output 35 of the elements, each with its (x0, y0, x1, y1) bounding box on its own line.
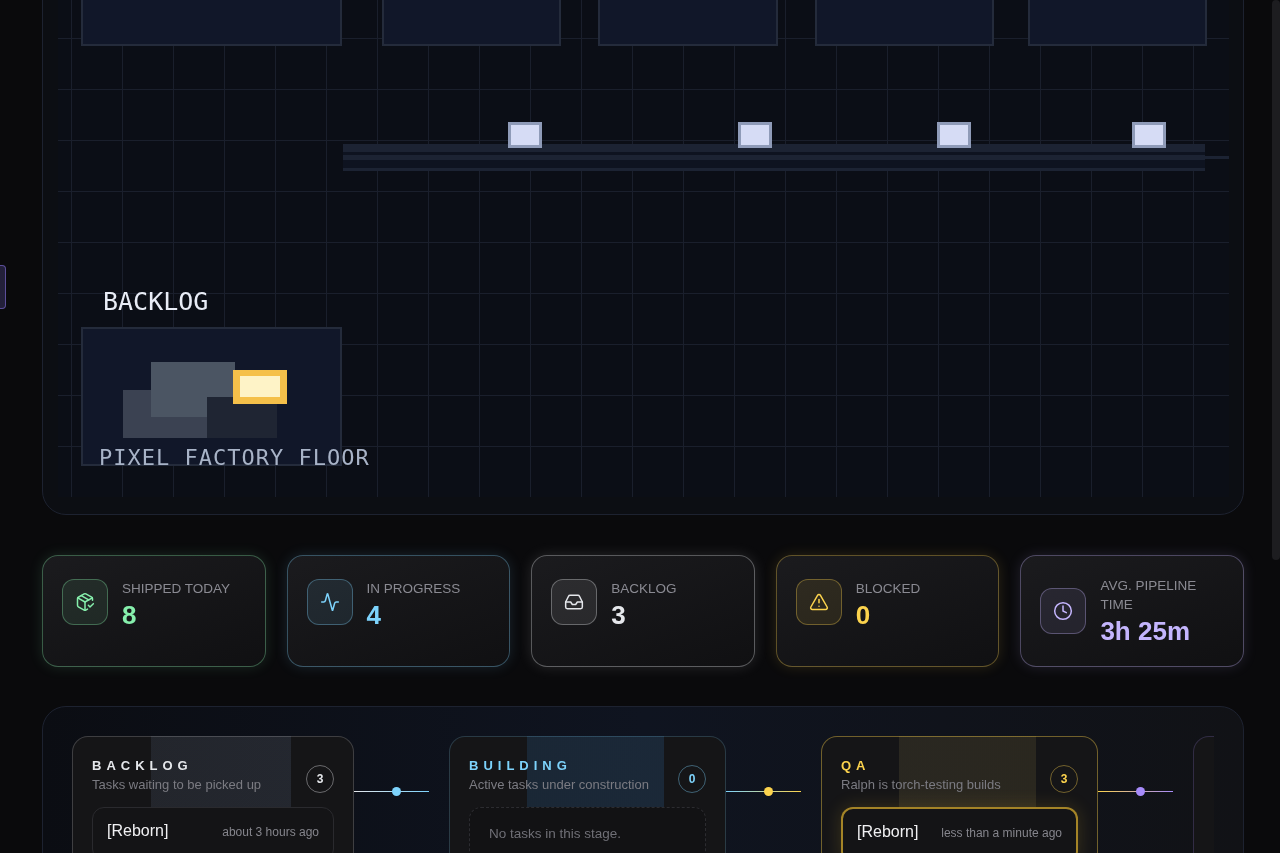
stat-label: SHIPPED TODAY (122, 580, 231, 598)
pulse-icon (306, 579, 353, 625)
inbox-icon (551, 579, 598, 625)
crate (937, 122, 971, 148)
crate (738, 122, 772, 148)
stat-value: 8 (122, 600, 138, 630)
stage-subtitle: Tasks waiting to be picked up (92, 777, 262, 792)
stage-title: QA (841, 758, 872, 773)
stage-title: BACKLOG (92, 758, 194, 773)
stage-title: BUILDING (469, 758, 573, 773)
stage-subtitle: Active tasks under construction (469, 777, 649, 792)
task-title: [Reborn] (107, 822, 169, 840)
stat-value: 0 (855, 600, 872, 630)
station-label: BACKLOG (103, 287, 209, 316)
floor-caption: PIXEL FACTORY FLOOR (99, 445, 370, 470)
task-card[interactable]: [Reborn] about 3 hours ago (92, 807, 334, 853)
stat-label: IN PROGRESS (366, 580, 461, 598)
package-check-icon (62, 579, 108, 625)
stat-value: 3 (611, 600, 627, 630)
empty-state: No tasks in this stage. (469, 807, 706, 853)
task-time: less than a minute ago (941, 826, 1062, 840)
side-handle[interactable] (0, 265, 6, 309)
crate (508, 122, 542, 148)
stat-value: 3h 25m (1100, 616, 1191, 646)
stage-subtitle: Ralph is torch-testing builds (841, 777, 1001, 792)
stat-label: BACKLOG (611, 580, 677, 598)
stat-label: AVG. PIPELINE TIME (1100, 577, 1198, 614)
task-title: [Reborn] (857, 823, 919, 841)
clock-icon (1040, 588, 1087, 634)
warning-icon (795, 579, 842, 625)
stat-label: BLOCKED (855, 580, 921, 598)
task-time: about 3 hours ago (222, 825, 319, 839)
stat-value: 4 (366, 600, 383, 630)
task-card[interactable]: [Reborn] less than a minute ago (841, 807, 1078, 853)
crate (1132, 122, 1166, 148)
